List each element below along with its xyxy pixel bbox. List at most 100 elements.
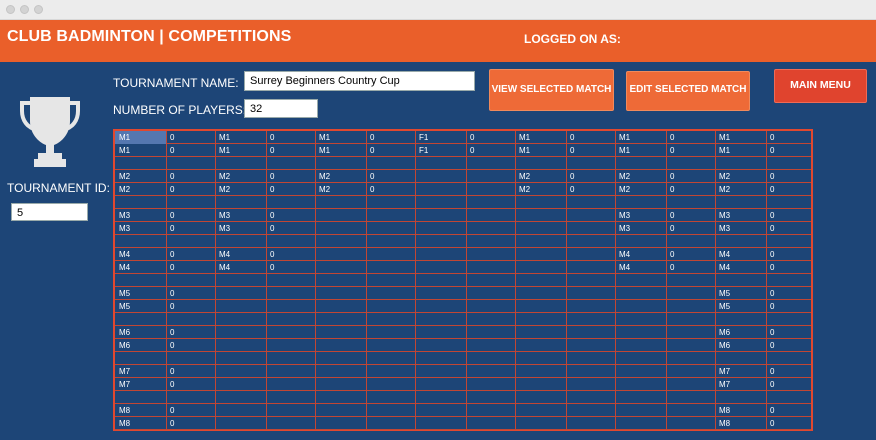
table-cell[interactable]: M2 [515,183,566,196]
table-cell[interactable] [466,235,515,248]
table-cell[interactable] [266,287,315,300]
table-cell[interactable] [766,235,811,248]
table-cell[interactable] [715,196,766,209]
table-cell[interactable] [266,339,315,352]
table-cell[interactable] [166,313,215,326]
table-cell[interactable] [366,365,415,378]
table-cell[interactable] [766,391,811,404]
table-cell[interactable] [515,261,566,274]
table-cell[interactable]: M1 [115,144,166,157]
table-cell[interactable]: 0 [166,248,215,261]
table-cell[interactable] [115,157,166,170]
table-cell[interactable] [266,235,315,248]
table-cell[interactable] [366,339,415,352]
table-cell[interactable]: 0 [766,300,811,313]
table-cell[interactable] [566,261,615,274]
table-cell[interactable]: M4 [615,261,666,274]
table-cell[interactable] [666,326,715,339]
table-cell[interactable]: 0 [166,404,215,417]
table-cell[interactable] [615,417,666,430]
table-cell[interactable] [666,365,715,378]
table-row[interactable] [115,274,811,287]
table-cell[interactable] [415,183,466,196]
zoom-window-button[interactable] [34,5,43,14]
table-cell[interactable]: 0 [666,183,715,196]
table-cell[interactable] [566,300,615,313]
table-row[interactable]: M6 0 M6 0 [115,339,811,352]
table-cell[interactable] [415,157,466,170]
table-cell[interactable] [566,209,615,222]
table-cell[interactable]: F1 [415,144,466,157]
table-cell[interactable] [366,326,415,339]
table-cell[interactable]: M2 [215,183,266,196]
table-cell[interactable] [615,404,666,417]
table-cell[interactable] [166,196,215,209]
table-cell[interactable]: M1 [615,144,666,157]
table-cell[interactable] [615,313,666,326]
table-cell[interactable] [515,300,566,313]
table-cell[interactable] [266,378,315,391]
table-cell[interactable] [566,235,615,248]
table-cell[interactable]: M3 [115,209,166,222]
table-cell[interactable] [466,209,515,222]
table-cell[interactable] [315,326,366,339]
table-cell[interactable]: M3 [615,222,666,235]
table-cell[interactable]: M4 [115,248,166,261]
table-cell[interactable] [515,274,566,287]
table-cell[interactable] [666,196,715,209]
table-cell[interactable] [366,222,415,235]
table-cell[interactable]: 0 [766,326,811,339]
table-row[interactable]: M3 0 M3 0 M3 0 M3 0 [115,222,811,235]
table-cell[interactable]: M8 [715,404,766,417]
table-row[interactable]: M1 0 M1 0 M1 0 F1 0 M1 0 M1 0 M1 0 [115,144,811,157]
table-cell[interactable]: 0 [766,261,811,274]
table-cell[interactable] [766,352,811,365]
table-cell[interactable]: 0 [766,339,811,352]
table-cell[interactable]: 0 [566,144,615,157]
table-cell[interactable] [715,157,766,170]
table-cell[interactable] [415,196,466,209]
table-cell[interactable] [466,417,515,430]
table-cell[interactable] [766,274,811,287]
table-cell[interactable]: M2 [215,170,266,183]
table-cell[interactable] [766,196,811,209]
table-cell[interactable] [166,352,215,365]
table-cell[interactable] [315,248,366,261]
table-row[interactable]: M1 0 M1 0 M1 0 F1 0 M1 0 M1 0 M1 0 [115,131,811,144]
table-cell[interactable]: M8 [115,417,166,430]
table-cell[interactable] [115,196,166,209]
table-cell[interactable] [366,352,415,365]
table-cell[interactable] [315,300,366,313]
table-cell[interactable]: 0 [366,131,415,144]
table-cell[interactable]: 0 [766,417,811,430]
table-cell[interactable] [315,313,366,326]
table-cell[interactable]: M3 [615,209,666,222]
table-cell[interactable]: M3 [215,222,266,235]
table-cell[interactable]: 0 [166,131,215,144]
table-cell[interactable] [166,274,215,287]
table-cell[interactable]: 0 [766,144,811,157]
table-cell[interactable] [166,235,215,248]
table-cell[interactable] [366,248,415,261]
table-cell[interactable]: F1 [415,131,466,144]
table-row[interactable] [115,235,811,248]
table-cell[interactable]: 0 [766,222,811,235]
table-cell[interactable] [515,391,566,404]
table-cell[interactable]: M2 [615,170,666,183]
table-cell[interactable] [615,326,666,339]
table-cell[interactable] [366,196,415,209]
table-cell[interactable] [666,300,715,313]
table-cell[interactable] [366,300,415,313]
table-cell[interactable] [315,391,366,404]
table-cell[interactable] [466,300,515,313]
table-row[interactable]: M2 0 M2 0 M2 0 M2 0 M2 0 M2 0 [115,183,811,196]
table-cell[interactable] [566,404,615,417]
table-cell[interactable]: 0 [766,365,811,378]
table-cell[interactable]: 0 [566,170,615,183]
table-cell[interactable]: M1 [515,144,566,157]
table-cell[interactable]: M1 [715,144,766,157]
table-cell[interactable] [266,365,315,378]
table-cell[interactable] [415,326,466,339]
table-cell[interactable] [366,274,415,287]
table-cell[interactable] [566,352,615,365]
